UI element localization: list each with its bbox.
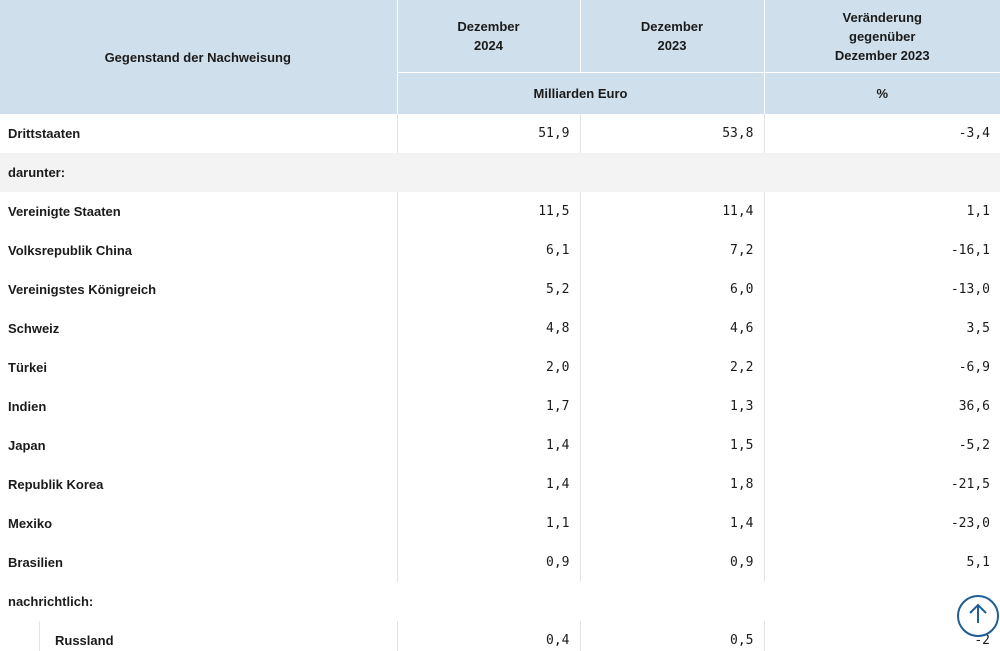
row-label: Indien <box>8 399 47 414</box>
table-row: Schweiz 4,8 4,6 3,5 <box>0 309 1000 348</box>
header-subject: Gegenstand der Nachweisung <box>0 0 397 114</box>
section-label: nachrichtlich: <box>8 594 94 609</box>
indent-bar <box>0 621 40 651</box>
table-row: Brasilien 0,9 0,9 5,1 <box>0 543 1000 582</box>
table-row: Japan 1,4 1,5 -5,2 <box>0 426 1000 465</box>
row-label: Russland <box>55 633 114 648</box>
value-2024: 2,0 <box>396 348 580 387</box>
value-2024: 1,4 <box>396 465 580 504</box>
table-row: Drittstaaten 51,9 53,8 -3,4 <box>0 114 1000 153</box>
page: Gegenstand der Nachweisung Dezember 2024… <box>0 0 1000 651</box>
table-row: Republik Korea 1,4 1,8 -21,5 <box>0 465 1000 504</box>
value-change: -6,9 <box>763 348 1000 387</box>
value-change: 3,5 <box>763 309 1000 348</box>
value-change: -21,5 <box>763 465 1000 504</box>
value-change: -5,2 <box>763 426 1000 465</box>
row-label: Schweiz <box>8 321 60 336</box>
header-change: Veränderung gegenüber Dezember 2023 <box>763 0 1000 73</box>
trade-table: Gegenstand der Nachweisung Dezember 2024… <box>0 0 1000 651</box>
table-header: Gegenstand der Nachweisung Dezember 2024… <box>0 0 1000 114</box>
header-december-2024: Dezember 2024 <box>396 0 580 73</box>
value-2024: 1,1 <box>396 504 580 543</box>
value-2023: 0,9 <box>579 543 764 582</box>
value-change: 36,6 <box>763 387 1000 426</box>
value-2023: 1,5 <box>579 426 764 465</box>
header-december-2024-line1: Dezember <box>457 19 520 34</box>
value-2024: 0,9 <box>396 543 580 582</box>
row-label: Vereinigte Staaten <box>8 204 121 219</box>
header-december-2023-line1: Dezember <box>640 19 704 34</box>
header-change-line2: gegenüber <box>849 28 916 44</box>
value-2023: 53,8 <box>579 114 764 153</box>
value-2023: 0,5 <box>579 621 764 651</box>
value-2023: 4,6 <box>579 309 764 348</box>
section-row: darunter: <box>0 153 1000 192</box>
value-2024: 6,1 <box>396 231 580 270</box>
value-2024: 0,4 <box>396 621 580 651</box>
table-row: Volksrepublik China 6,1 7,2 -16,1 <box>0 231 1000 270</box>
value-2024: 1,4 <box>396 426 580 465</box>
row-label: Volksrepublik China <box>8 243 133 258</box>
value-change: -3,4 <box>763 114 1000 153</box>
value-2024: 5,2 <box>396 270 580 309</box>
row-label: Brasilien <box>8 555 63 570</box>
value-2023: 2,2 <box>579 348 764 387</box>
table-row: Russland 0,4 0,5 -2 <box>0 621 1000 651</box>
value-change: -13,0 <box>763 270 1000 309</box>
value-2024: 11,5 <box>396 192 580 231</box>
indent-wrap: Russland <box>0 621 397 651</box>
header-unit-values: Milliarden Euro <box>396 72 764 114</box>
value-2023: 1,4 <box>579 504 764 543</box>
value-2024: 51,9 <box>396 114 580 153</box>
value-2023: 7,2 <box>579 231 764 270</box>
arrow-up-icon <box>965 601 991 632</box>
value-2023: 1,3 <box>579 387 764 426</box>
value-2024: 1,7 <box>396 387 580 426</box>
value-2023: 11,4 <box>579 192 764 231</box>
row-label-cell: Russland <box>0 621 397 651</box>
table-body: Drittstaaten 51,9 53,8 -3,4 darunter: Ve… <box>0 114 1000 651</box>
row-label: Japan <box>8 438 46 453</box>
value-2023: 6,0 <box>579 270 764 309</box>
row-label: Mexiko <box>8 516 53 531</box>
value-change: 5,1 <box>763 543 1000 582</box>
table-row: Vereinigstes Königreich 5,2 6,0 -13,0 <box>0 270 1000 309</box>
row-label: Türkei <box>8 360 48 375</box>
table-row: Türkei 2,0 2,2 -6,9 <box>0 348 1000 387</box>
header-december-2023: Dezember 2023 <box>579 0 764 73</box>
value-change: -23,0 <box>763 504 1000 543</box>
header-december-2024-line2: 2024 <box>474 38 503 53</box>
row-label: Vereinigstes Königreich <box>8 282 157 297</box>
header-change-line1: Veränderung <box>842 9 922 25</box>
table-row: Indien 1,7 1,3 36,6 <box>0 387 1000 426</box>
row-label: Drittstaaten <box>8 126 81 141</box>
header-change-line3: Dezember 2023 <box>834 47 930 63</box>
table-row: Mexiko 1,1 1,4 -23,0 <box>0 504 1000 543</box>
scroll-to-top-button[interactable] <box>957 595 999 637</box>
value-2023: 1,8 <box>579 465 764 504</box>
section-row: nachrichtlich: <box>0 582 1000 621</box>
row-label: Republik Korea <box>8 477 104 492</box>
header-december-2023-line2: 2023 <box>657 38 687 53</box>
section-label: darunter: <box>0 153 1000 192</box>
value-change: 1,1 <box>763 192 1000 231</box>
value-change: -16,1 <box>763 231 1000 270</box>
header-unit-change: % <box>763 72 1000 114</box>
value-2024: 4,8 <box>396 309 580 348</box>
table-row: Vereinigte Staaten 11,5 11,4 1,1 <box>0 192 1000 231</box>
